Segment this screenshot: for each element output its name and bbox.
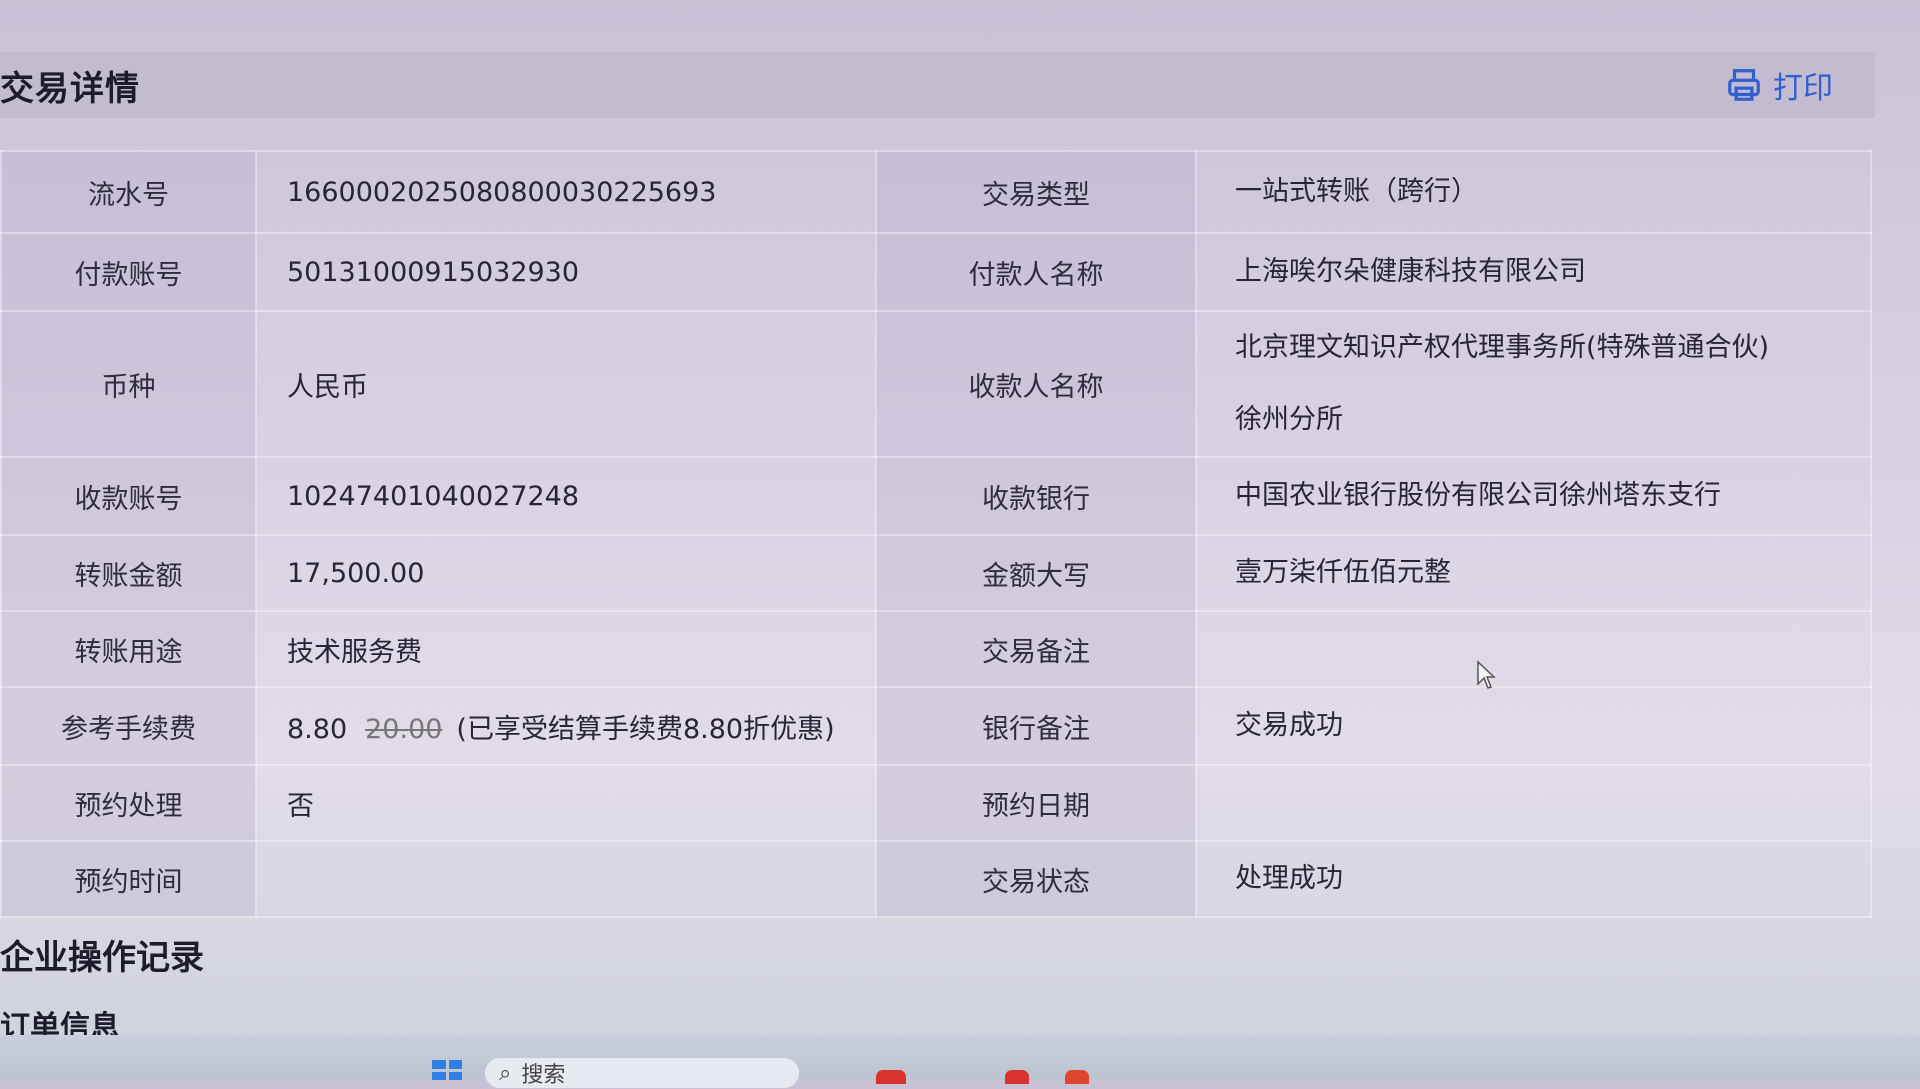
fee-label: 参考手续费 — [0, 686, 257, 766]
transaction-type-value: 一站式转账（跨行） — [1195, 150, 1872, 234]
fee-value: 8.80 20.00 (已享受结算手续费8.80折优惠) — [255, 686, 877, 766]
transaction-remark-value — [1195, 610, 1872, 688]
payee-bank-label: 收款银行 — [875, 456, 1197, 536]
fee-actual: 8.80 — [287, 713, 348, 745]
page-header: 交易详情 打印 — [0, 52, 1875, 118]
printer-icon — [1728, 69, 1760, 101]
taskbar-search-label: 搜索 — [521, 1063, 566, 1088]
print-label: 打印 — [1773, 71, 1833, 106]
payee-name-line1: 北京理文知识产权代理事务所(特殊普通合伙) — [1235, 332, 1770, 363]
table-row: 预约处理 否 预约日期 — [0, 764, 1872, 842]
scheduled-date-label: 预约日期 — [875, 764, 1197, 842]
purpose-label: 转账用途 — [0, 610, 257, 688]
currency-value: 人民币 — [255, 310, 877, 458]
scheduled-value: 否 — [255, 764, 877, 842]
scheduled-time-value — [255, 840, 877, 918]
page-title: 交易详情 — [0, 68, 140, 109]
search-icon: ⌕ — [499, 1060, 512, 1086]
scheduled-label: 预约处理 — [0, 764, 257, 842]
transaction-type-label: 交易类型 — [875, 150, 1197, 234]
payee-account-value: 10247401040027248 — [255, 456, 877, 536]
mouse-cursor-icon — [1477, 660, 1496, 689]
table-row: 付款账号 50131000915032930 付款人名称 上海唉尔朵健康科技有限… — [0, 232, 1872, 312]
table-row: 币种 人民币 收款人名称 北京理文知识产权代理事务所(特殊普通合伙) 徐州分所 — [0, 310, 1872, 458]
table-row: 参考手续费 8.80 20.00 (已享受结算手续费8.80折优惠) 银行备注 交易… — [0, 686, 1872, 766]
app-icon[interactable] — [1005, 1070, 1029, 1084]
payee-bank-value: 中国农业银行股份有限公司徐州塔东支行 — [1195, 456, 1872, 536]
payee-name-line2: 徐州分所 — [1235, 404, 1343, 435]
transaction-remark-label: 交易备注 — [875, 610, 1197, 688]
app-icon[interactable] — [1065, 1070, 1089, 1084]
payer-account-value: 50131000915032930 — [255, 232, 877, 312]
serial-no-value: 16600020250808000302256​93 — [255, 150, 877, 234]
payee-account-label: 收款账号 — [0, 456, 257, 536]
print-button[interactable]: 打印 — [1725, 63, 1833, 107]
bank-remark-label: 银行备注 — [875, 686, 1197, 766]
table-row: 预约时间 交易状态 处理成功 — [0, 840, 1872, 918]
app-icon[interactable] — [876, 1070, 906, 1084]
table-row: 收款账号 10247401040027248 收款银行 中国农业银行股份有限公司… — [0, 456, 1872, 536]
transaction-detail-table: 流水号 16600020250808000302256​93 交易类型 一站式转… — [0, 150, 1872, 918]
payer-account-label: 付款账号 — [0, 232, 257, 312]
payee-name-value: 北京理文知识产权代理事务所(特殊普通合伙) 徐州分所 — [1195, 310, 1872, 458]
currency-label: 币种 — [0, 310, 257, 458]
payer-name-label: 付款人名称 — [875, 232, 1197, 312]
amount-value: 17,500.00 — [255, 534, 877, 612]
operation-log-title[interactable]: 企业操作记录 — [0, 930, 204, 979]
payer-name-value: 上海唉尔朵健康科技有限公司 — [1195, 232, 1872, 312]
fee-note: (已享受结算手续费8.80折优惠) — [456, 713, 835, 745]
table-row: 转账用途 技术服务费 交易备注 — [0, 610, 1872, 688]
bank-remark-value: 交易成功 — [1195, 686, 1872, 766]
fee-original: 20.00 — [365, 713, 443, 745]
transaction-status-label: 交易状态 — [875, 840, 1197, 918]
amount-label: 转账金额 — [0, 534, 257, 612]
windows-start-icon[interactable] — [432, 1060, 462, 1080]
purpose-value: 技术服务费 — [255, 610, 877, 688]
amount-words-value: 壹万柒仟伍佰元整 — [1195, 534, 1872, 612]
taskbar-search-input[interactable]: ⌕ 搜索 — [485, 1058, 799, 1088]
serial-no-label: 流水号 — [0, 150, 257, 234]
scheduled-time-label: 预约时间 — [0, 840, 257, 918]
table-row: 流水号 16600020250808000302256​93 交易类型 一站式转… — [0, 150, 1872, 234]
table-row: 转账金额 17,500.00 金额大写 壹万柒仟伍佰元整 — [0, 534, 1872, 612]
transaction-status-value: 处理成功 — [1195, 840, 1872, 918]
amount-words-label: 金额大写 — [875, 534, 1197, 612]
payee-name-label: 收款人名称 — [875, 310, 1197, 458]
scheduled-date-value — [1195, 764, 1872, 842]
taskbar — [0, 1035, 1920, 1080]
